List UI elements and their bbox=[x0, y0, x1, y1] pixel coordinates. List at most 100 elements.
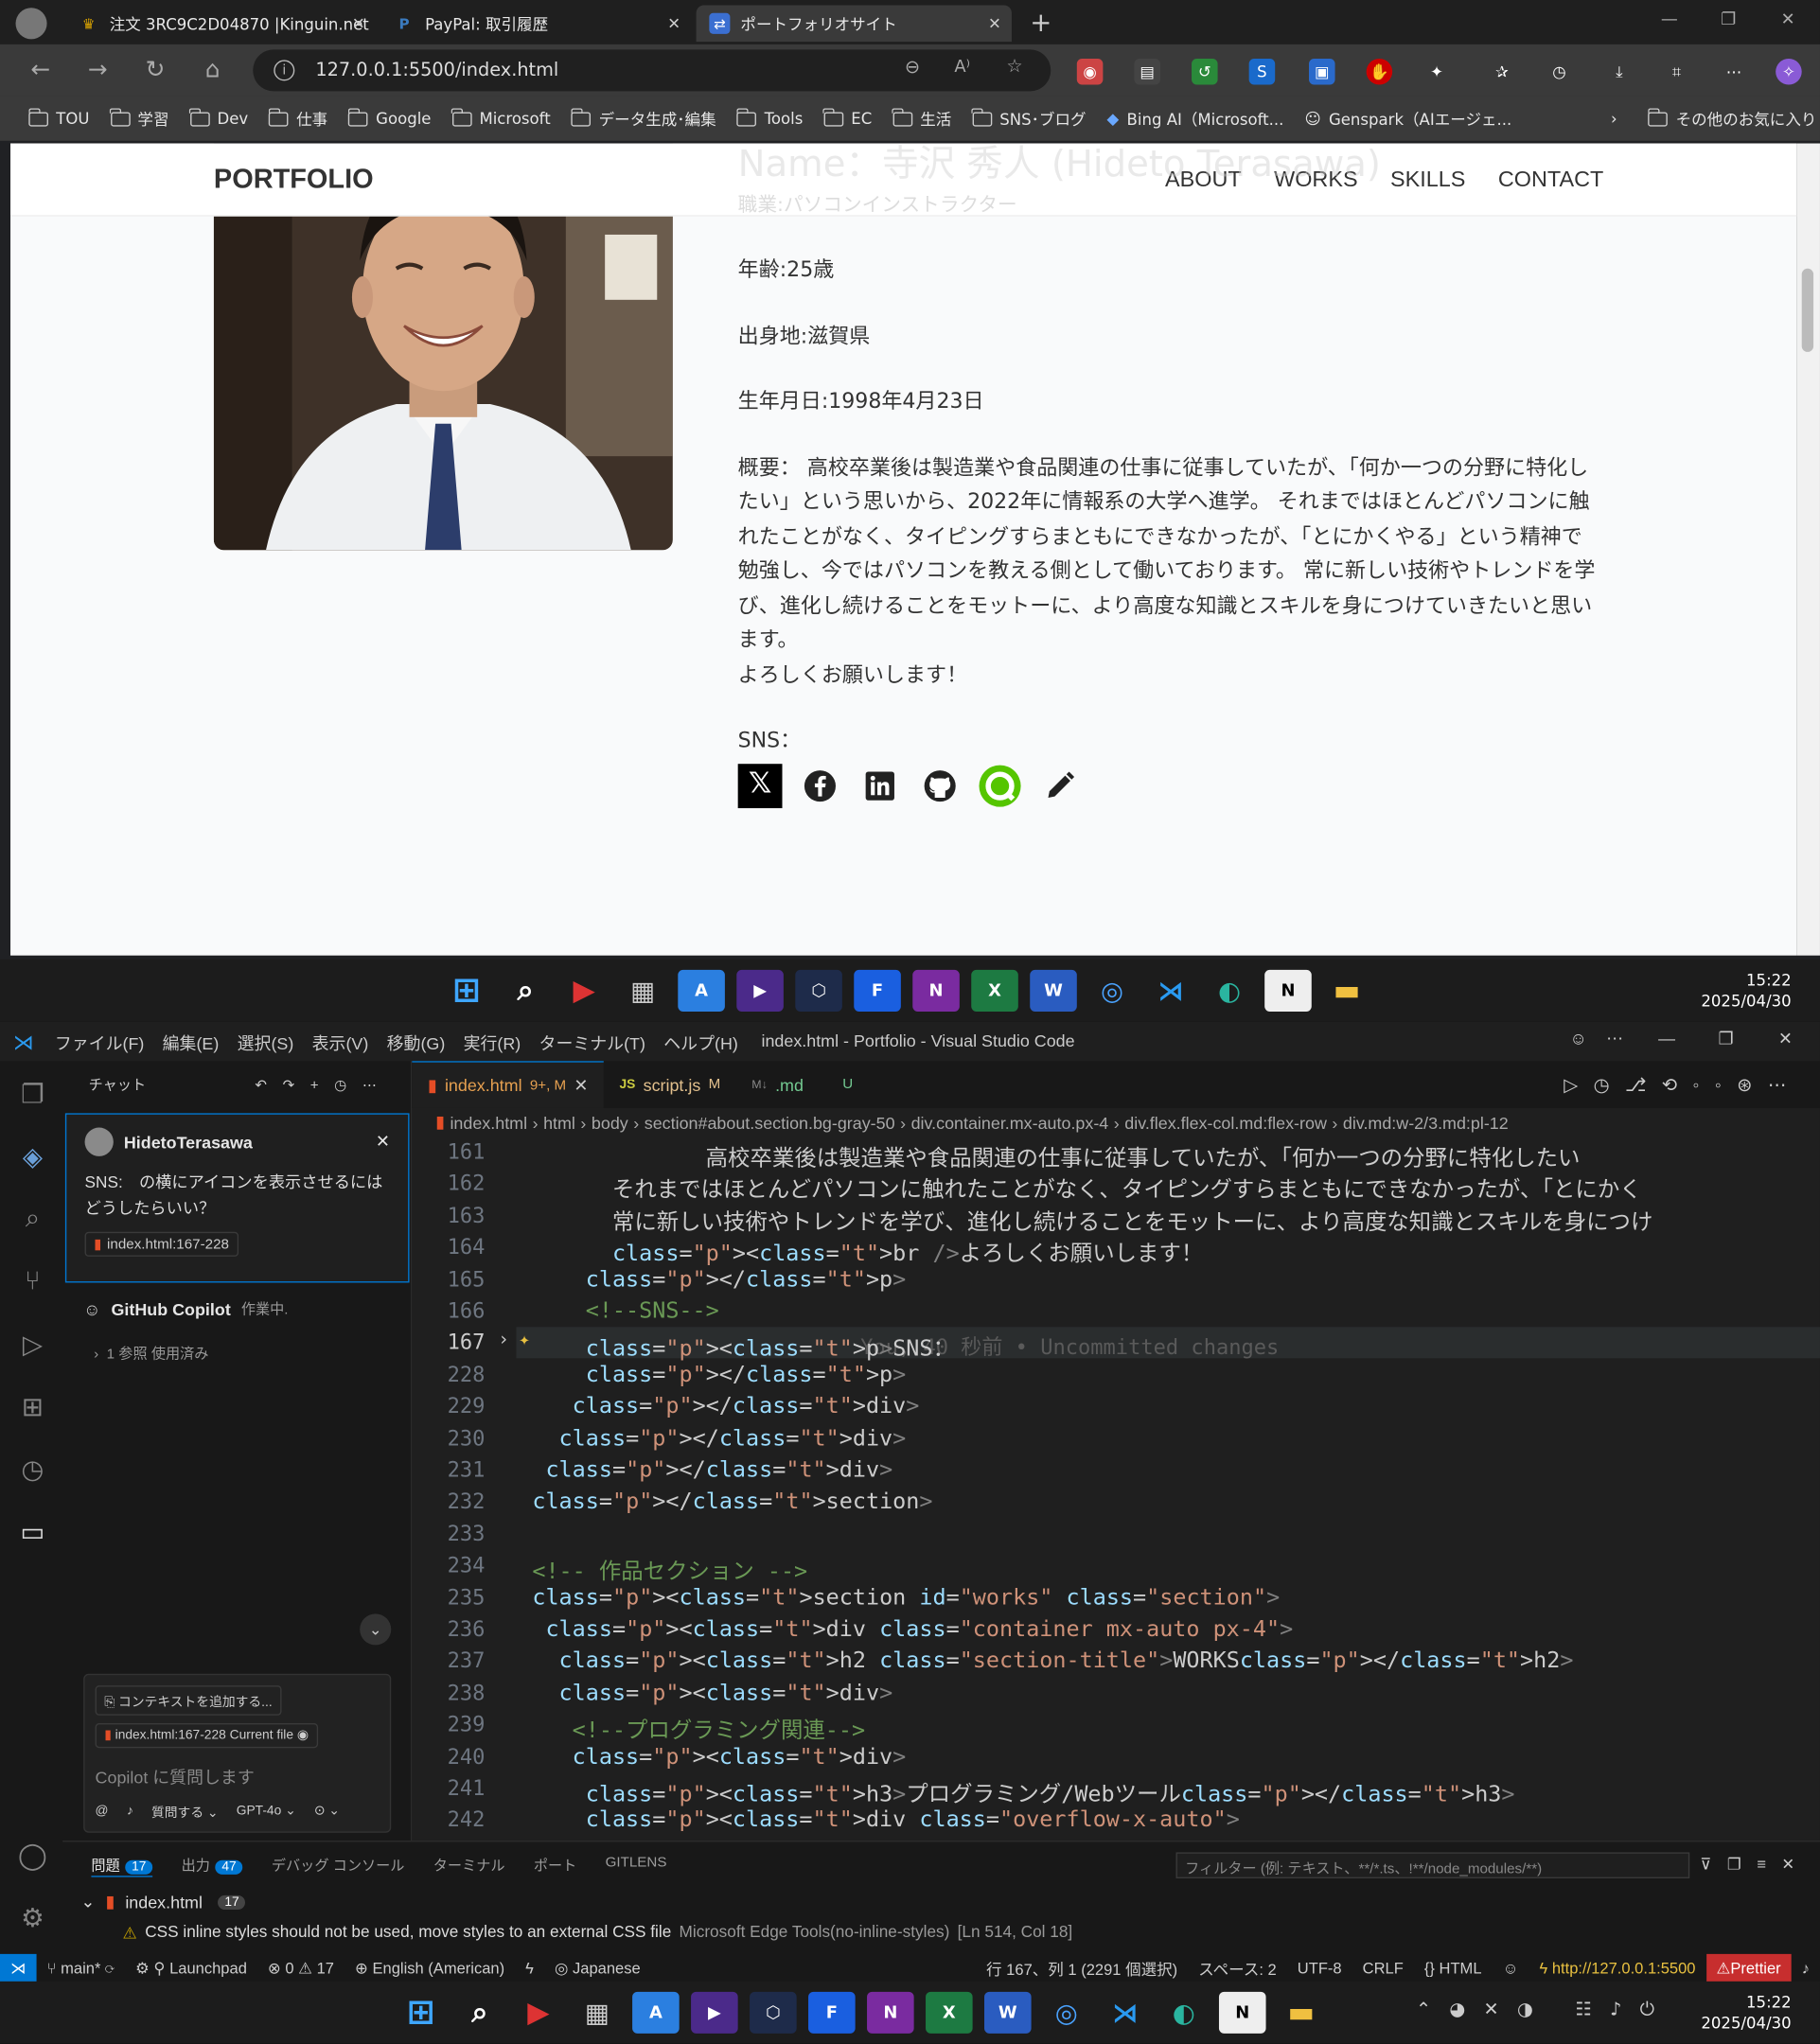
code-line[interactable]: class="p"><class="t">br />よろしくお願いします！ bbox=[519, 1235, 1203, 1268]
code-line[interactable]: class="p"></class="t">section> bbox=[519, 1489, 932, 1516]
code-line[interactable]: class="p"></class="t">div> bbox=[519, 1394, 920, 1420]
menu-go[interactable]: 移動(G) bbox=[387, 1030, 446, 1054]
scrollbar-thumb[interactable] bbox=[1801, 268, 1814, 352]
word-icon[interactable]: W bbox=[984, 1991, 1032, 2034]
clipchamp-icon[interactable]: ▶ bbox=[691, 1991, 738, 2034]
address-bar[interactable]: i 127.0.0.1:5500/index.html ⊖ A⁾ ☆ bbox=[253, 49, 1051, 92]
panel-tab-output[interactable]: 出力 47 bbox=[182, 1855, 243, 1877]
launchpad-status[interactable]: ⚙ ⚲ Launchpad bbox=[125, 1959, 257, 1977]
current-file-chip[interactable]: ▮ index.html:167-228 Current file ◉ bbox=[95, 1723, 318, 1749]
panel-tab-terminal[interactable]: ターミナル bbox=[433, 1855, 505, 1877]
media-player-icon[interactable]: ▶ bbox=[560, 970, 608, 1012]
add-context-button[interactable]: ⎘ コンテキストを追加する... bbox=[95, 1685, 282, 1716]
home-icon[interactable]: ⌂ bbox=[198, 56, 226, 83]
bookmark-folder[interactable]: TOU bbox=[18, 107, 99, 128]
crumb[interactable]: index.html bbox=[450, 1113, 527, 1133]
app-a-icon[interactable]: A bbox=[632, 1991, 680, 2034]
calculator-icon[interactable]: ▦ bbox=[619, 970, 666, 1012]
app-hex-icon[interactable]: ⬡ bbox=[750, 1991, 797, 2034]
ask-mode-dropdown[interactable]: 質問する ⌄ bbox=[151, 1802, 218, 1821]
app-a-icon[interactable]: A bbox=[678, 969, 725, 1012]
bookmark-folder[interactable]: 仕事 bbox=[258, 107, 338, 130]
remote-icon[interactable]: ⋊ bbox=[0, 1953, 37, 1983]
timeline-icon[interactable]: ◷ bbox=[16, 1453, 50, 1487]
chat-toolbar-icons[interactable]: ↶↷+◷⋯ bbox=[255, 1076, 392, 1094]
notifications-bell-icon[interactable]: ♪ bbox=[1792, 1959, 1820, 1977]
edge-icon[interactable]: ◐ bbox=[1206, 970, 1253, 1012]
tab-index-html[interactable]: ▮ index.html 9+, M ✕ bbox=[412, 1061, 604, 1108]
bookmark-folder[interactable]: SNS･ブログ bbox=[962, 107, 1096, 130]
download-icon[interactable]: ⤓ bbox=[1606, 59, 1633, 85]
extension-owl-icon[interactable]: ◉ bbox=[1076, 58, 1104, 85]
menu-terminal[interactable]: ターミナル(T) bbox=[539, 1030, 645, 1054]
nav-contact[interactable]: CONTACT bbox=[1498, 167, 1603, 193]
extension-arrow-icon[interactable]: ↺ bbox=[1192, 58, 1218, 85]
calculator-icon[interactable]: ▦ bbox=[574, 1992, 621, 2034]
extension-box-icon[interactable]: ▣ bbox=[1309, 58, 1335, 85]
problem-item[interactable]: ⚠ CSS inline styles should not be used, … bbox=[122, 1923, 1072, 1943]
clipchamp-icon[interactable]: ▶ bbox=[736, 969, 784, 1012]
python-icon[interactable]: ◈ bbox=[16, 1139, 50, 1173]
profile-avatar[interactable] bbox=[15, 8, 47, 40]
copilot-icon[interactable]: ✧ bbox=[1776, 58, 1802, 85]
crumb[interactable]: section#about.section.bg-gray-50 bbox=[645, 1113, 895, 1133]
code-line[interactable]: class="p"></class="t">p> bbox=[519, 1362, 907, 1388]
encoding-status[interactable]: UTF-8 bbox=[1287, 1959, 1352, 1977]
send-icon[interactable]: ⊙ ⌄ bbox=[314, 1804, 340, 1818]
crumb[interactable]: html bbox=[543, 1113, 575, 1133]
code-line[interactable]: 高校卒業後は製造業や食品関連の仕事に従事していたが、「何か一つの分野に特化したい bbox=[519, 1139, 1581, 1172]
scroll-down-icon[interactable]: ⌄ bbox=[360, 1613, 392, 1646]
new-tab-icon[interactable]: + bbox=[1030, 7, 1051, 38]
more-icon[interactable]: ⋯ bbox=[1606, 1029, 1623, 1049]
code-line[interactable]: class="p"><class="t">p>SNS： bbox=[519, 1330, 955, 1363]
problems-filter-input[interactable]: フィルター (例: テキスト、**/*.ts、!**/node_modules/… bbox=[1175, 1852, 1690, 1878]
screenshot-icon[interactable]: ⌗ bbox=[1664, 59, 1690, 85]
window-close-icon[interactable]: ✕ bbox=[1778, 1029, 1793, 1049]
chat-file-chip[interactable]: ▮ index.html:167-228 bbox=[84, 1231, 239, 1257]
favorites-icon[interactable]: ✰ bbox=[1489, 59, 1515, 85]
code-view[interactable]: ✦ › You, 40 秒前 • Uncommitted changes 161… bbox=[412, 1137, 1820, 1841]
info-icon[interactable]: i bbox=[274, 60, 295, 81]
code-line[interactable]: class="p"><class="t">div> bbox=[519, 1680, 893, 1706]
copilot-menu-icon[interactable]: ☺ bbox=[1570, 1029, 1587, 1048]
menu-view[interactable]: 表示(V) bbox=[312, 1030, 369, 1054]
x-icon[interactable]: 𝕏 bbox=[737, 763, 783, 808]
problems-file-row[interactable]: ⌄ ▮ index.html 17 bbox=[80, 1892, 246, 1912]
extensions-icon[interactable]: ⊞ bbox=[16, 1389, 50, 1423]
settings-gear-icon[interactable]: ⚙ bbox=[16, 1900, 50, 1934]
onenote-icon[interactable]: N bbox=[912, 969, 960, 1012]
panel-tab-debug-console[interactable]: デバッグ コンソール bbox=[272, 1855, 405, 1877]
editor-actions[interactable]: ▷◷⎇⟲◦◦⊛⋯ bbox=[1564, 1073, 1801, 1095]
model-dropdown[interactable]: GPT-4o ⌄ bbox=[237, 1804, 296, 1818]
problems-status[interactable]: ⊗ 0 ⚠ 17 bbox=[257, 1959, 345, 1977]
bookmark-folder[interactable]: Tools bbox=[727, 107, 814, 128]
account-icon[interactable]: ◯ bbox=[16, 1838, 50, 1872]
run-debug-icon[interactable]: ▷ bbox=[16, 1327, 50, 1361]
code-line[interactable]: 常に新しい技術やトレンドを学び、進化し続けることをモットーに、より高度な知識とス… bbox=[519, 1203, 1652, 1236]
spell-language-status[interactable]: ⊕ English (American) bbox=[345, 1959, 515, 1977]
bookmark-folder[interactable]: 学習 bbox=[99, 107, 179, 130]
tab-portfolio[interactable]: ⇄ ポートフォリオサイト ✕ bbox=[696, 5, 1012, 43]
page-scrollbar[interactable] bbox=[1796, 143, 1820, 956]
excel-icon[interactable]: X bbox=[971, 969, 1018, 1012]
bookmark-genspark[interactable]: ☺ Genspark（AIエージェ... bbox=[1294, 108, 1522, 130]
forward-icon[interactable]: → bbox=[83, 56, 112, 83]
source-control-icon[interactable]: ⑂ bbox=[16, 1264, 50, 1298]
mention-icon[interactable]: @ bbox=[96, 1804, 109, 1818]
language-mode-status[interactable]: {} HTML bbox=[1414, 1959, 1493, 1977]
branch-status[interactable]: ⑂ main* ⟳ bbox=[37, 1959, 125, 1977]
favorite-star-icon[interactable]: ☆ bbox=[1006, 56, 1022, 77]
facebook-icon[interactable] bbox=[798, 764, 842, 808]
code-line[interactable]: それまではほとんどパソコンに触れたことがなく、タイピングすらまともにできなかった… bbox=[519, 1172, 1642, 1204]
taskbar-clock[interactable]: 15:22 2025/04/30 bbox=[1701, 970, 1791, 1012]
tab-md[interactable]: M↓ .md U bbox=[736, 1061, 869, 1108]
eol-status[interactable]: CRLF bbox=[1352, 1959, 1414, 1977]
code-line[interactable]: <!-- 作品セクション --> bbox=[519, 1553, 807, 1586]
explorer-icon[interactable]: ❐ bbox=[16, 1077, 50, 1111]
crumb[interactable]: div.md:w-2/3.md:pl-12 bbox=[1343, 1113, 1509, 1133]
panel-actions[interactable]: ⊽❐≡✕ bbox=[1700, 1855, 1811, 1873]
github-icon[interactable] bbox=[918, 764, 963, 808]
code-line[interactable]: class="p"><class="t">h3>プログラミング/Webツールcl… bbox=[519, 1775, 1515, 1808]
search-icon[interactable]: ⌕ bbox=[16, 1202, 50, 1236]
app-s-icon[interactable]: ◎ bbox=[1088, 970, 1136, 1012]
